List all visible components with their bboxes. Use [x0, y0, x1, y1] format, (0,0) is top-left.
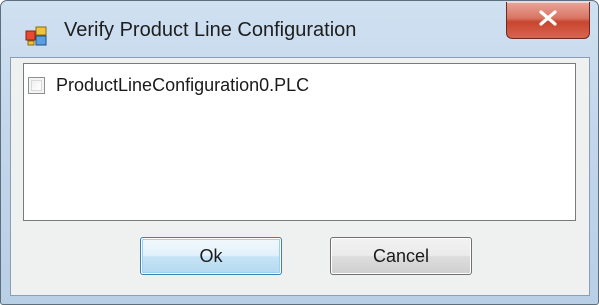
- app-window-icon: [25, 26, 47, 46]
- window-title: Verify Product Line Configuration: [64, 19, 357, 41]
- item-label: ProductLineConfiguration0.PLC: [56, 74, 310, 95]
- dialog-client-area: ProductLineConfiguration0.PLC Ok Cancel: [10, 57, 590, 296]
- ok-button[interactable]: Ok: [140, 237, 282, 275]
- close-x-icon: [539, 10, 557, 26]
- cancel-button[interactable]: Cancel: [330, 237, 472, 275]
- list-item[interactable]: ProductLineConfiguration0.PLC: [28, 72, 309, 98]
- close-button[interactable]: [506, 2, 590, 39]
- title-bar[interactable]: Verify Product Line Configuration: [1, 1, 598, 57]
- item-checkbox[interactable]: [28, 76, 45, 94]
- dialog-window: Verify Product Line Configuration Produc…: [0, 0, 599, 305]
- configuration-listbox[interactable]: ProductLineConfiguration0.PLC: [23, 63, 576, 221]
